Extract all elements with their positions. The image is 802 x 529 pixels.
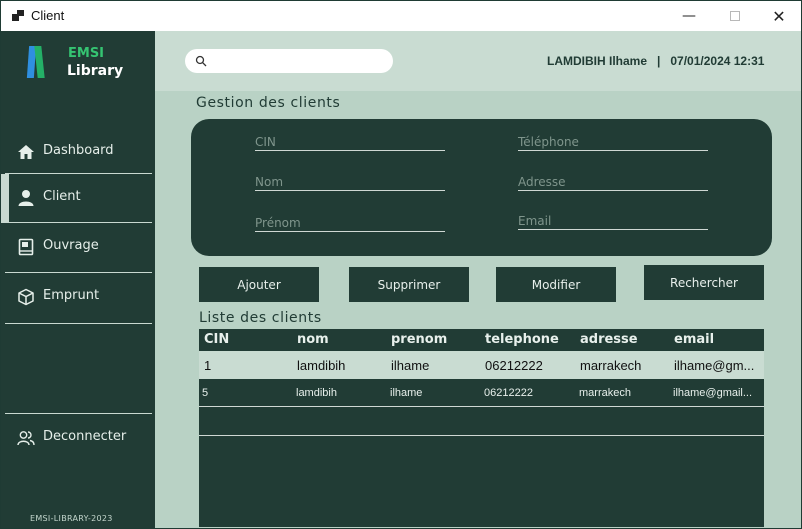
window-title: Client	[31, 8, 65, 23]
home-icon	[18, 145, 34, 159]
table-cell: lamdibih	[297, 358, 346, 373]
sidebar-item-ouvrage[interactable]: Ouvrage	[5, 223, 152, 273]
table-cell: 06212222	[485, 358, 543, 373]
logout-label: Deconnecter	[43, 429, 127, 444]
table-title: Liste des clients	[199, 310, 322, 326]
column-header-telephone[interactable]: telephone	[485, 332, 559, 347]
modifier-button[interactable]: Modifier	[496, 267, 616, 302]
sidebar-footer: EMSI-LIBRARY-2023	[30, 514, 113, 523]
book-icon	[18, 238, 34, 256]
search-input[interactable]	[213, 52, 383, 70]
app-window: Client — ✕ EMSI Library Dashboard Client…	[0, 0, 802, 529]
telephone-placeholder: Téléphone	[518, 135, 579, 149]
telephone-field[interactable]: Téléphone	[518, 129, 708, 151]
logout-button[interactable]: Deconnecter	[5, 413, 152, 465]
table-cell: lamdibih	[296, 387, 337, 399]
app-logo: EMSI Library	[26, 46, 128, 82]
selected-indicator	[1, 174, 9, 223]
table-cell: ilhame	[390, 387, 423, 399]
email-field[interactable]: Email	[518, 208, 708, 230]
sidebar-item-client[interactable]: Client	[1, 173, 152, 223]
adresse-placeholder: Adresse	[518, 175, 566, 189]
sidebar-item-label: Emprunt	[43, 288, 100, 303]
minimize-icon: —	[682, 8, 696, 24]
column-header-adresse[interactable]: adresse	[580, 332, 638, 347]
logo-text-library: Library	[67, 63, 124, 79]
nom-placeholder: Nom	[255, 175, 284, 189]
maximize-icon	[730, 11, 740, 21]
maximize-button[interactable]	[712, 1, 758, 31]
sidebar-item-label: Ouvrage	[43, 238, 99, 253]
table-row[interactable]: 5 lamdibih ilhame 06212222 marrakech ilh…	[199, 381, 764, 407]
ajouter-button[interactable]: Ajouter	[199, 267, 319, 302]
cin-placeholder: CIN	[255, 135, 276, 149]
logo-text-emsi: EMSI	[68, 46, 105, 61]
users-icon	[17, 431, 35, 446]
table-cell: ilhame	[391, 358, 430, 373]
column-header-nom[interactable]: nom	[297, 332, 329, 347]
table-cell: 1	[204, 358, 212, 373]
app-window-icon	[12, 10, 24, 22]
minimize-button[interactable]: —	[666, 1, 712, 31]
supprimer-button[interactable]: Supprimer	[349, 267, 469, 302]
close-button[interactable]: ✕	[756, 1, 801, 31]
table-cell: marrakech	[579, 387, 631, 399]
nom-field[interactable]: Nom	[255, 169, 445, 191]
close-icon: ✕	[772, 6, 786, 26]
table-cell: 5	[202, 387, 209, 399]
cin-field[interactable]: CIN	[255, 129, 445, 151]
table-cell: marrakech	[580, 358, 642, 373]
sidebar-item-dashboard[interactable]: Dashboard	[5, 128, 152, 176]
column-header-email[interactable]: email	[674, 332, 714, 347]
search-icon	[195, 55, 207, 67]
page-title: Gestion des clients	[196, 95, 341, 111]
table-row[interactable]: 1 lamdibih ilhame 06212222 marrakech ilh…	[199, 351, 764, 379]
sidebar-item-label: Dashboard	[43, 143, 114, 158]
column-header-prenom[interactable]: prenom	[391, 332, 447, 347]
header: LAMDIBIH Ilhame | 07/01/2024 12:31	[155, 31, 801, 91]
search-box[interactable]	[185, 49, 393, 73]
prenom-field[interactable]: Prénom	[255, 210, 445, 232]
prenom-placeholder: Prénom	[255, 216, 301, 230]
table-cell: 06212222	[484, 387, 533, 399]
table-header: CIN nom prenom telephone adresse email	[199, 329, 764, 351]
email-placeholder: Email	[518, 214, 552, 228]
sidebar-item-emprunt[interactable]: Emprunt	[5, 273, 152, 324]
table-row-empty[interactable]	[199, 408, 764, 436]
rechercher-button[interactable]: Rechercher	[644, 265, 764, 300]
column-header-cin[interactable]: CIN	[204, 332, 229, 347]
table-cell: ilhame@gmail...	[673, 387, 753, 399]
clients-table[interactable]: CIN nom prenom telephone adresse email 1…	[199, 329, 764, 527]
sidebar-item-label: Client	[43, 189, 81, 204]
table-cell: ilhame@gm...	[674, 358, 755, 373]
user-icon	[18, 190, 34, 206]
sidebar: EMSI Library Dashboard Client Ouvrage Em…	[1, 31, 155, 528]
logo-green-book-icon	[34, 46, 45, 78]
adresse-field[interactable]: Adresse	[518, 169, 708, 191]
box-icon	[18, 288, 34, 306]
title-bar: Client — ✕	[1, 1, 801, 31]
user-info: LAMDIBIH Ilhame | 07/01/2024 12:31	[547, 54, 765, 68]
client-form: CIN Nom Prénom Téléphone Adresse Email	[191, 119, 772, 256]
